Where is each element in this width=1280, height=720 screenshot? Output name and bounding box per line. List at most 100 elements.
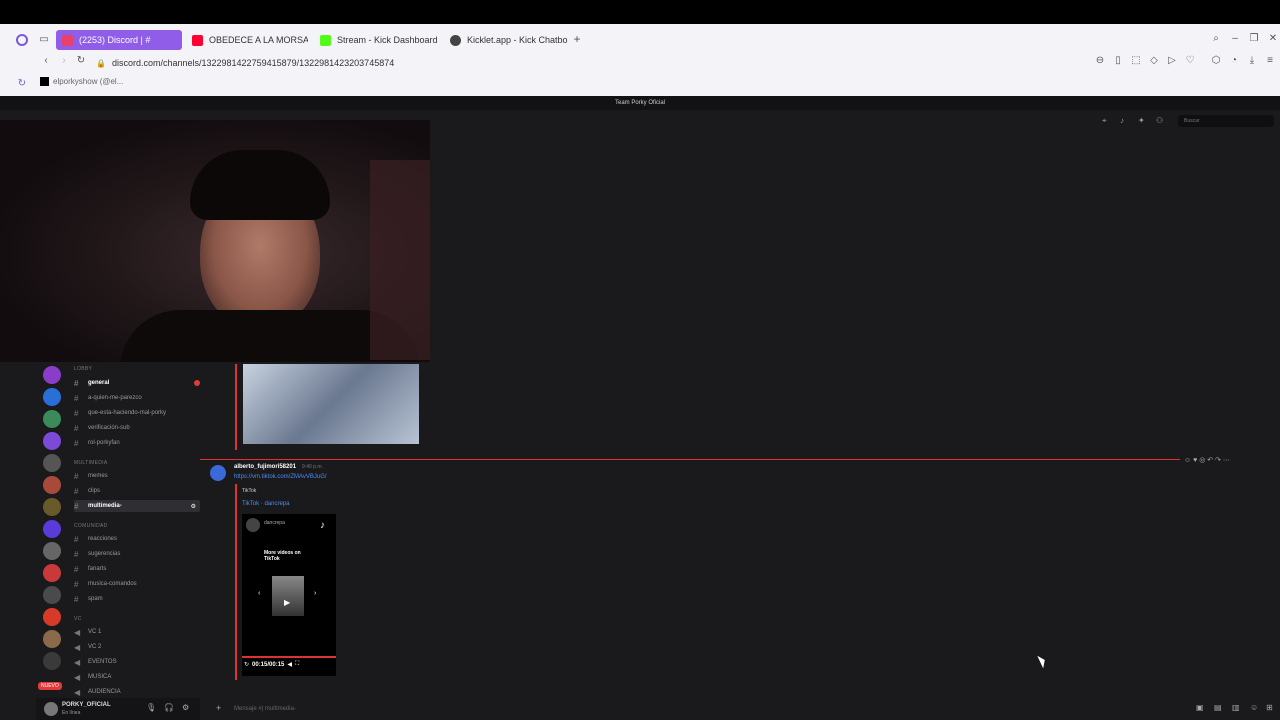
channel-sugerencias[interactable]: # sugerencias [74, 548, 200, 560]
bell-icon[interactable]: ♪ [1120, 116, 1124, 125]
new-tab-icon[interactable]: + [571, 33, 583, 45]
server-icon[interactable] [43, 432, 61, 450]
channel-reacciones[interactable]: # reacciones [74, 533, 200, 545]
server-icon[interactable] [43, 476, 61, 494]
embed-title[interactable]: TikTok · dancrepa [242, 501, 289, 507]
download-icon[interactable]: ⤓ [1246, 55, 1258, 67]
heart-icon[interactable]: ♡ [1184, 55, 1196, 67]
server-icon[interactable] [43, 388, 61, 406]
opera-logo-icon[interactable] [16, 34, 28, 46]
prev-icon[interactable]: ‹ [258, 590, 260, 597]
avatar[interactable] [44, 702, 58, 716]
back-icon[interactable]: ‹ [40, 55, 52, 67]
category-lobby[interactable]: LOBBY [74, 366, 92, 372]
restore-icon[interactable]: ❐ [1248, 33, 1260, 45]
sticker-icon[interactable]: ▥ [1232, 703, 1240, 712]
channel-que-esta[interactable]: # que-esta-haciendo-mal-porky [74, 407, 200, 419]
server-icon[interactable] [43, 366, 61, 384]
channel-fanarts[interactable]: # fanarts [74, 563, 200, 575]
next-icon[interactable]: › [314, 590, 316, 597]
server-icon[interactable] [43, 454, 61, 472]
search-input[interactable]: Buscar [1178, 115, 1274, 127]
channel-rol[interactable]: # rol-porkyfan [74, 437, 200, 449]
voice-eventos[interactable]: ◀ EVENTOS [74, 656, 200, 668]
forward-icon[interactable]: › [58, 55, 70, 67]
play-icon[interactable]: ▶ [284, 598, 290, 607]
replay-icon[interactable]: ↻ [244, 661, 249, 668]
channel-spam[interactable]: # spam [74, 593, 200, 605]
category-comunidad[interactable]: COMUNIDAD [74, 523, 108, 529]
category-multimedia[interactable]: MULTIMEDIA [74, 460, 107, 466]
server-icon[interactable] [43, 652, 61, 670]
mic-icon[interactable]: 🎙 [146, 703, 156, 712]
headphones-icon[interactable]: 🎧 [164, 703, 174, 712]
voice-vc1[interactable]: ◀ VC 1 [74, 626, 200, 638]
bookmark-item[interactable]: elporkyshow (@el... [40, 77, 123, 86]
channel-label: MUSICA [88, 674, 112, 680]
gift-icon[interactable]: ▣ [1196, 703, 1204, 712]
message-link[interactable]: https://vm.tiktok.com/ZMAvVBJuG/ [234, 474, 327, 480]
search-tabs-icon[interactable]: ⌕ [1210, 33, 1222, 45]
zoom-icon[interactable]: ⊖ [1094, 55, 1106, 67]
close-icon[interactable]: ✕ [1267, 33, 1279, 45]
minimize-icon[interactable]: – [1229, 33, 1241, 45]
sidebar-refresh-icon[interactable]: ↻ [16, 78, 28, 90]
extensions-icon[interactable]: ⬡ [1210, 55, 1222, 67]
tab-kicklet[interactable]: Kicklet.app - Kick Chatbo [444, 30, 570, 50]
server-icon[interactable] [43, 498, 61, 516]
threads-icon[interactable]: ⌖ [1102, 116, 1107, 126]
snapshot-icon[interactable]: ⬚ [1130, 55, 1142, 67]
message-actions[interactable]: ☺ ♥ ◎ ↶ ↷ ⋯ [1184, 456, 1230, 464]
server-icon[interactable] [43, 564, 61, 582]
message-author[interactable]: alberto_fujimori58201 [234, 464, 296, 470]
server-icon[interactable] [43, 586, 61, 604]
tab-youtube[interactable]: OBEDECE A LA MORSA [186, 30, 308, 50]
channel-musica[interactable]: # musica-comandos [74, 578, 200, 590]
speaker-icon: ◀ [74, 672, 81, 682]
server-icon[interactable] [43, 520, 61, 538]
gear-icon[interactable]: ⚙ [182, 703, 189, 712]
channel-label: EVENTOS [88, 659, 117, 665]
volume-icon[interactable]: ◀ [287, 661, 292, 668]
channel-general[interactable]: # general [74, 377, 200, 389]
server-icon[interactable] [43, 542, 61, 560]
pin-icon[interactable]: ✦ [1138, 116, 1145, 125]
player-icon[interactable]: ▷ [1166, 55, 1178, 67]
channel-label: musica-comandos [88, 581, 137, 587]
voice-vc2[interactable]: ◀ VC 2 [74, 641, 200, 653]
voice-musica[interactable]: ◀ MUSICA [74, 671, 200, 683]
reload-icon[interactable]: ↻ [75, 55, 87, 67]
tab-discord[interactable]: (2253) Discord | # [56, 30, 182, 50]
emoji-icon[interactable]: ☺ [1250, 703, 1258, 712]
tiktok-video[interactable]: dancrepa ♪ More videos on TikTok ‹ › ▶ ↻… [242, 514, 336, 676]
category-vc[interactable]: VC [74, 616, 82, 622]
author-avatar[interactable] [210, 465, 226, 481]
apps-icon[interactable]: ⊞ [1266, 703, 1273, 712]
settings-icon[interactable]: ⚙ [191, 503, 200, 510]
profile-icon[interactable]: ◔ [1228, 55, 1240, 67]
server-icon[interactable] [43, 630, 61, 648]
server-icon[interactable] [43, 608, 61, 626]
video-progress[interactable] [242, 656, 336, 658]
previous-video-thumbnail[interactable] [243, 364, 419, 444]
members-icon[interactable]: ⚇ [1156, 116, 1163, 125]
voice-audiencia[interactable]: ◀ AUDIENCIA [74, 686, 200, 698]
tab-kick-dashboard[interactable]: Stream - Kick Dashboard [314, 30, 440, 50]
tab-label: Stream - Kick Dashboard [337, 35, 438, 45]
message-composer[interactable]: + Mensaje #| multimedia- ▣ ▤ ▥ ☺ ⊞ [200, 698, 1280, 720]
gif-icon[interactable]: ▤ [1214, 703, 1222, 712]
channel-verificacion[interactable]: # verificación-sub [74, 422, 200, 434]
vpn-icon[interactable]: ◇ [1148, 55, 1160, 67]
tab-list-icon[interactable]: ▭ [38, 34, 50, 46]
extension-icon[interactable]: ▯ [1112, 55, 1124, 67]
channel-multimedia[interactable]: # multimedia- ⚙ [74, 500, 200, 512]
menu-icon[interactable]: ≡ [1264, 55, 1276, 67]
server-icon[interactable] [43, 410, 61, 428]
channel-a-quien[interactable]: # a-quien-me-parezco [74, 392, 200, 404]
add-attachment-icon[interactable]: + [216, 703, 221, 713]
channel-memes[interactable]: # memes [74, 470, 200, 482]
fullscreen-icon[interactable]: ⛶ [295, 661, 299, 668]
tab-label: OBEDECE A LA MORSA [209, 35, 308, 45]
address-bar[interactable]: 🔒 discord.com/channels/13229814227594158… [96, 54, 1056, 72]
channel-clips[interactable]: # clips [74, 485, 200, 497]
